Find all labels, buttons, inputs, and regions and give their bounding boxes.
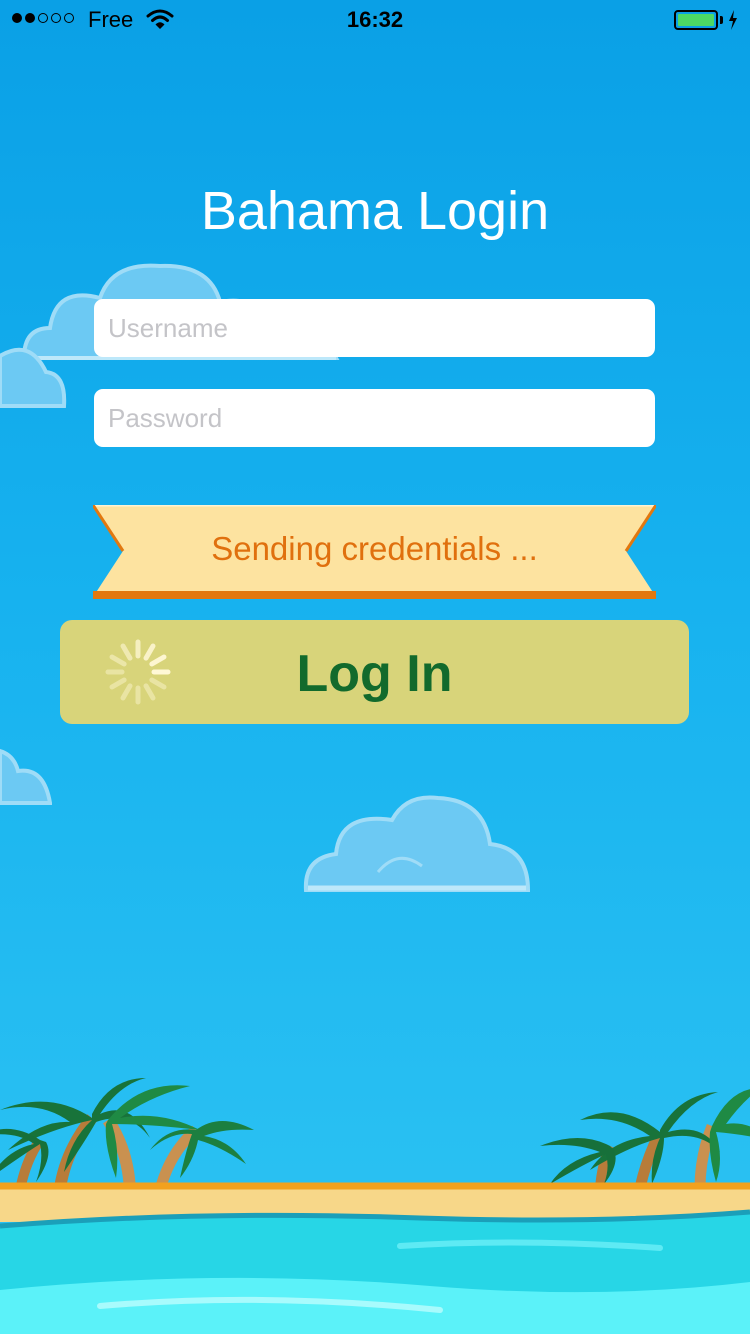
status-bar: Free 16:32	[0, 0, 750, 40]
charging-icon	[729, 10, 737, 30]
palm-tree-icon	[540, 1089, 750, 1190]
cloud-icon	[0, 347, 67, 408]
battery-icon	[674, 10, 718, 30]
password-input[interactable]	[94, 389, 655, 447]
status-time: 16:32	[346, 7, 404, 32]
battery-level	[678, 14, 714, 26]
beach-scene	[0, 1078, 750, 1334]
cloud-icon	[303, 795, 531, 892]
battery-cap	[720, 16, 723, 24]
login-button-label: Log In	[296, 645, 453, 703]
username-input[interactable]	[94, 299, 655, 357]
login-button[interactable]: Log In	[60, 620, 689, 724]
status-message: Sending credentials ...	[211, 530, 538, 567]
palm-tree-icon	[0, 1078, 254, 1192]
page-title: Bahama Login	[200, 181, 550, 241]
cloud-icon	[0, 748, 52, 805]
